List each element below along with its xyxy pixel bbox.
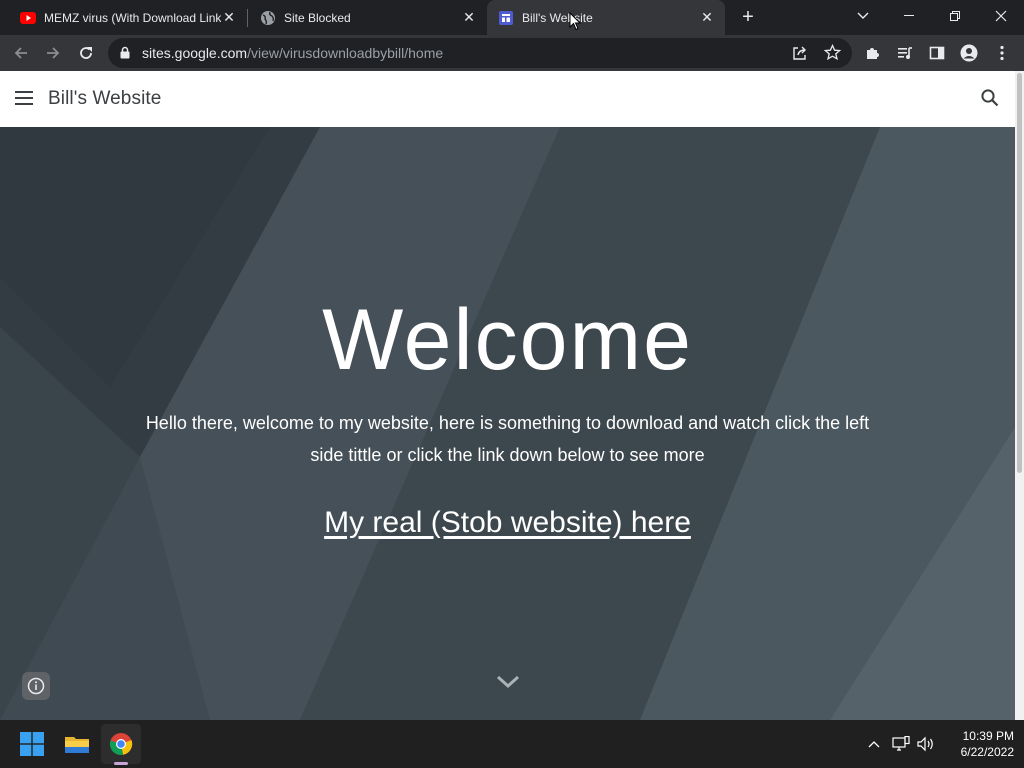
chrome-icon bbox=[109, 733, 133, 755]
scrollbar-thumb[interactable] bbox=[1017, 73, 1022, 473]
account-icon bbox=[960, 44, 978, 62]
search-icon[interactable] bbox=[980, 88, 1000, 108]
close-icon bbox=[995, 10, 1007, 22]
scroll-down-chevron-icon[interactable] bbox=[496, 675, 520, 689]
chrome-menu-button[interactable] bbox=[989, 40, 1015, 66]
system-clock[interactable]: 10:39 PM 6/22/2022 bbox=[938, 728, 1014, 760]
arrow-right-icon bbox=[47, 47, 60, 59]
network-icon bbox=[892, 736, 910, 751]
queue-music-icon bbox=[898, 47, 912, 59]
hamburger-menu-icon[interactable] bbox=[14, 91, 34, 107]
file-explorer-icon bbox=[65, 737, 89, 753]
side-panel-button[interactable] bbox=[924, 40, 950, 66]
tab-title: Bill's Website bbox=[522, 10, 593, 25]
url-host: sites.google.com bbox=[142, 45, 248, 61]
arrow-left-icon bbox=[14, 47, 27, 59]
site-title[interactable]: Bill's Website bbox=[48, 88, 161, 110]
minimize-button[interactable] bbox=[886, 0, 932, 32]
profile-button[interactable] bbox=[956, 40, 982, 66]
restore-button[interactable] bbox=[932, 0, 978, 32]
forward-button[interactable] bbox=[40, 40, 66, 66]
bookmark-star-icon[interactable] bbox=[824, 44, 841, 61]
windows-start-icon bbox=[20, 732, 44, 756]
tab-title: Site Blocked bbox=[284, 10, 351, 25]
tab-title: MEMZ virus (With Download Link) bbox=[44, 10, 221, 25]
share-icon[interactable] bbox=[792, 45, 808, 61]
mouse-cursor-icon bbox=[569, 12, 581, 31]
clock-date: 6/22/2022 bbox=[960, 745, 1014, 759]
media-control-button[interactable] bbox=[892, 40, 918, 66]
globe-icon bbox=[261, 10, 275, 25]
tab-bills-website[interactable]: Bill's Website ✕ bbox=[487, 0, 725, 35]
restore-icon bbox=[950, 11, 960, 21]
extensions-button[interactable] bbox=[860, 40, 886, 66]
hero-intro-text: Hello there, welcome to my website, here… bbox=[145, 413, 870, 465]
volume-icon bbox=[917, 736, 933, 752]
clock-time: 10:39 PM bbox=[962, 729, 1014, 743]
page-scrollbar[interactable] bbox=[1015, 71, 1024, 720]
reload-button[interactable] bbox=[73, 40, 99, 66]
chevron-up-icon bbox=[868, 741, 880, 748]
site-info-button[interactable] bbox=[22, 672, 50, 700]
reload-icon bbox=[80, 47, 92, 59]
web-page: Bill's Website Welcome Hello there, welc… bbox=[0, 71, 1015, 720]
youtube-icon bbox=[20, 11, 36, 24]
hero-heading: Welcome bbox=[322, 292, 693, 388]
network-status-button[interactable] bbox=[891, 734, 911, 754]
tab-site-blocked[interactable]: Site Blocked ✕ bbox=[240, 0, 487, 35]
more-vert-icon bbox=[1000, 45, 1004, 61]
puzzle-icon bbox=[867, 48, 879, 59]
new-tab-button[interactable]: + bbox=[738, 7, 758, 28]
close-tab-icon[interactable]: ✕ bbox=[461, 9, 477, 26]
side-panel-icon bbox=[929, 46, 945, 60]
minimize-icon bbox=[904, 15, 914, 16]
browser-toolbar: sites.google.com/view/virusdownloadbybil… bbox=[0, 35, 1024, 71]
google-sites-icon bbox=[499, 10, 513, 25]
tab-strip: MEMZ virus (With Download Link) ✕ Site B… bbox=[0, 0, 1024, 35]
active-app-indicator bbox=[114, 762, 128, 765]
close-tab-icon[interactable]: ✕ bbox=[221, 9, 237, 26]
file-explorer-button[interactable] bbox=[57, 724, 97, 764]
url-text: sites.google.com/view/virusdownloadbybil… bbox=[142, 45, 443, 61]
lock-icon[interactable] bbox=[120, 46, 130, 59]
start-button[interactable] bbox=[12, 724, 52, 764]
tab-search-button[interactable] bbox=[840, 0, 886, 32]
info-icon bbox=[27, 677, 45, 695]
tab-memz-virus[interactable]: MEMZ virus (With Download Link) ✕ bbox=[0, 0, 247, 35]
show-hidden-icons-button[interactable] bbox=[864, 734, 884, 754]
volume-button[interactable] bbox=[916, 734, 936, 754]
url-path: /view/virusdownloadbybill/home bbox=[247, 45, 444, 61]
site-header: Bill's Website bbox=[0, 71, 1015, 127]
hero-link[interactable]: My real (Stob website) here bbox=[0, 506, 1015, 540]
close-tab-icon[interactable]: ✕ bbox=[699, 9, 715, 26]
hero-banner: Welcome Hello there, welcome to my websi… bbox=[0, 127, 1015, 720]
address-bar[interactable]: sites.google.com/view/virusdownloadbybil… bbox=[108, 38, 852, 68]
chevron-down-icon bbox=[857, 12, 869, 19]
chrome-taskbar-button[interactable] bbox=[101, 724, 141, 764]
windows-taskbar: 10:39 PM 6/22/2022 bbox=[0, 720, 1024, 768]
back-button[interactable] bbox=[8, 40, 34, 66]
close-window-button[interactable] bbox=[978, 0, 1024, 32]
